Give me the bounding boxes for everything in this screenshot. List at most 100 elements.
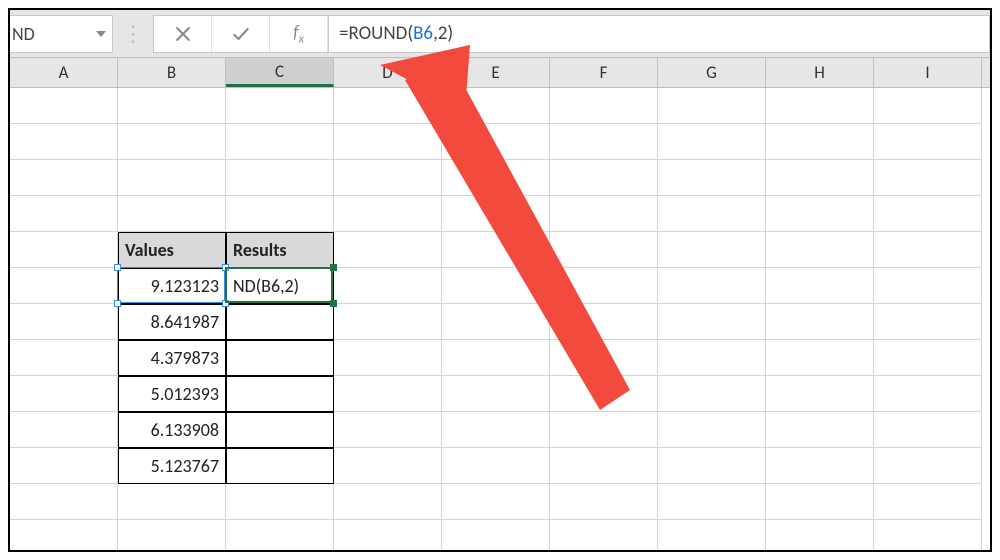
cell-E11[interactable] — [442, 448, 550, 484]
cell-A8[interactable] — [10, 340, 118, 376]
cell-G11[interactable] — [658, 448, 766, 484]
cell-B12[interactable] — [118, 484, 226, 520]
cell-A4[interactable] — [10, 196, 118, 232]
cell-B6[interactable]: 9.123123 — [118, 268, 226, 304]
cell-F1[interactable] — [550, 88, 658, 124]
cell-D13[interactable] — [334, 520, 442, 552]
cell-A1[interactable] — [10, 88, 118, 124]
cell-A11[interactable] — [10, 448, 118, 484]
cell-I3[interactable] — [874, 160, 982, 196]
cell-F3[interactable] — [550, 160, 658, 196]
cell-A6[interactable] — [10, 268, 118, 304]
cell-F13[interactable] — [550, 520, 658, 552]
cell-F6[interactable] — [550, 268, 658, 304]
cell-E6[interactable] — [442, 268, 550, 304]
cell-C5[interactable]: Results — [226, 232, 334, 268]
cell-G8[interactable] — [658, 340, 766, 376]
cell-G2[interactable] — [658, 124, 766, 160]
cell-G1[interactable] — [658, 88, 766, 124]
cell-H6[interactable] — [766, 268, 874, 304]
cell-A10[interactable] — [10, 412, 118, 448]
cell-E7[interactable] — [442, 304, 550, 340]
cell-C3[interactable] — [226, 160, 334, 196]
chevron-down-icon[interactable] — [96, 31, 106, 37]
cell-I11[interactable] — [874, 448, 982, 484]
col-header-I[interactable]: I — [874, 58, 982, 87]
cell-F4[interactable] — [550, 196, 658, 232]
cell-G12[interactable] — [658, 484, 766, 520]
cell-F2[interactable] — [550, 124, 658, 160]
cell-B9[interactable]: 5.012393 — [118, 376, 226, 412]
col-header-H[interactable]: H — [766, 58, 874, 87]
cell-D5[interactable] — [334, 232, 442, 268]
cell-D1[interactable] — [334, 88, 442, 124]
col-header-F[interactable]: F — [550, 58, 658, 87]
cell-D9[interactable] — [334, 376, 442, 412]
cell-E13[interactable] — [442, 520, 550, 552]
cell-I2[interactable] — [874, 124, 982, 160]
cancel-button[interactable] — [154, 16, 212, 52]
cell-I9[interactable] — [874, 376, 982, 412]
cell-B3[interactable] — [118, 160, 226, 196]
enter-button[interactable] — [212, 16, 270, 52]
cell-F9[interactable] — [550, 376, 658, 412]
cell-B11[interactable]: 5.123767 — [118, 448, 226, 484]
cell-I8[interactable] — [874, 340, 982, 376]
cell-A7[interactable] — [10, 304, 118, 340]
cell-E1[interactable] — [442, 88, 550, 124]
cell-B1[interactable] — [118, 88, 226, 124]
cell-C13[interactable] — [226, 520, 334, 552]
col-header-C[interactable]: C — [226, 58, 334, 87]
cell-I12[interactable] — [874, 484, 982, 520]
cell-H1[interactable] — [766, 88, 874, 124]
cell-G5[interactable] — [658, 232, 766, 268]
cell-H3[interactable] — [766, 160, 874, 196]
formula-input[interactable]: =ROUND(B6,2) — [329, 15, 990, 53]
cell-E10[interactable] — [442, 412, 550, 448]
col-header-B[interactable]: B — [118, 58, 226, 87]
cell-G9[interactable] — [658, 376, 766, 412]
cell-D6[interactable] — [334, 268, 442, 304]
cell-C6[interactable]: ND(B6,2) — [226, 268, 334, 304]
cell-A13[interactable] — [10, 520, 118, 552]
cell-A2[interactable] — [10, 124, 118, 160]
cell-A9[interactable] — [10, 376, 118, 412]
cell-F7[interactable] — [550, 304, 658, 340]
cell-C11[interactable] — [226, 448, 334, 484]
cell-C12[interactable] — [226, 484, 334, 520]
spreadsheet-grid[interactable]: Values Results 9.123123 ND(B6,2) 8.64198… — [10, 88, 990, 552]
cell-G4[interactable] — [658, 196, 766, 232]
cell-C10[interactable] — [226, 412, 334, 448]
cell-E8[interactable] — [442, 340, 550, 376]
cell-A5[interactable] — [10, 232, 118, 268]
cell-I6[interactable] — [874, 268, 982, 304]
cell-H2[interactable] — [766, 124, 874, 160]
cell-I5[interactable] — [874, 232, 982, 268]
cell-G10[interactable] — [658, 412, 766, 448]
cell-D4[interactable] — [334, 196, 442, 232]
cell-I1[interactable] — [874, 88, 982, 124]
cell-D12[interactable] — [334, 484, 442, 520]
col-header-A[interactable]: A — [10, 58, 118, 87]
cell-I13[interactable] — [874, 520, 982, 552]
cell-B4[interactable] — [118, 196, 226, 232]
col-header-E[interactable]: E — [442, 58, 550, 87]
cell-C7[interactable] — [226, 304, 334, 340]
cell-C8[interactable] — [226, 340, 334, 376]
cell-F12[interactable] — [550, 484, 658, 520]
cell-F10[interactable] — [550, 412, 658, 448]
cell-H7[interactable] — [766, 304, 874, 340]
cell-H8[interactable] — [766, 340, 874, 376]
cell-H4[interactable] — [766, 196, 874, 232]
cell-G7[interactable] — [658, 304, 766, 340]
cell-C1[interactable] — [226, 88, 334, 124]
cell-A12[interactable] — [10, 484, 118, 520]
cell-E3[interactable] — [442, 160, 550, 196]
cell-B7[interactable]: 8.641987 — [118, 304, 226, 340]
cell-A3[interactable] — [10, 160, 118, 196]
cell-H12[interactable] — [766, 484, 874, 520]
cell-C2[interactable] — [226, 124, 334, 160]
cell-E2[interactable] — [442, 124, 550, 160]
col-header-G[interactable]: G — [658, 58, 766, 87]
cell-H10[interactable] — [766, 412, 874, 448]
